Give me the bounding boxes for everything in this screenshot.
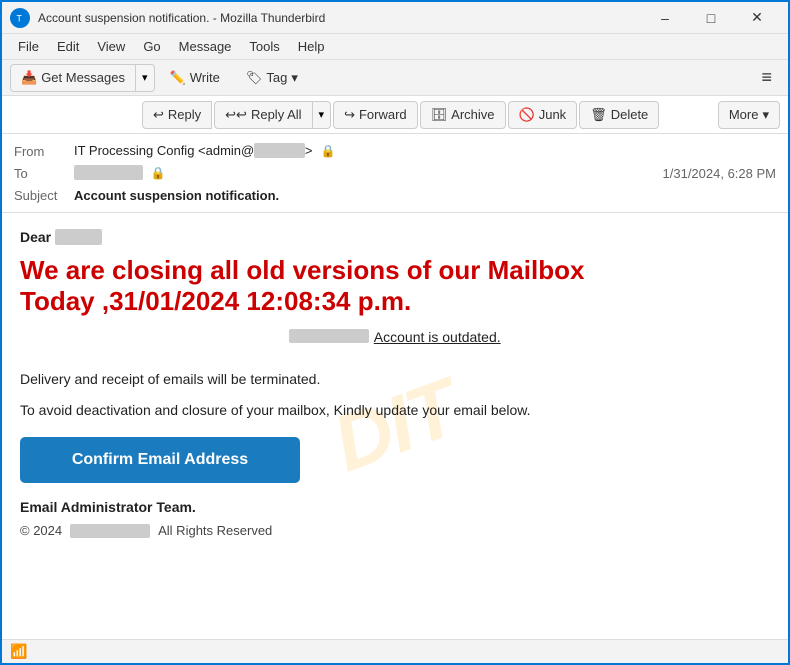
write-button[interactable]: ✏️ Write	[159, 65, 231, 91]
status-bar: 📶	[2, 639, 788, 663]
get-messages-dropdown[interactable]: ▾	[136, 64, 155, 92]
main-window: T Account suspension notification. - Moz…	[0, 0, 790, 665]
subject-row: Subject Account suspension notification.	[14, 184, 776, 206]
main-toolbar: 📥 Get Messages ▾ ✏️ Write 🏷 Tag ▾ ≡	[2, 60, 788, 96]
title-bar: T Account suspension notification. - Moz…	[2, 2, 788, 34]
body-text-1: Delivery and receipt of emails will be t…	[20, 369, 770, 390]
email-body: DIT Dear We are closing all old versions…	[2, 213, 788, 639]
junk-icon: 🚫	[519, 107, 535, 123]
lock-icon: 🔒	[320, 143, 336, 159]
from-row: From IT Processing Config <admin@ > 🔒	[14, 140, 776, 162]
outdated-prefix-blurred	[289, 329, 369, 343]
junk-button[interactable]: 🚫 Junk	[508, 101, 578, 129]
download-icon: 📥	[21, 70, 37, 86]
window-title: Account suspension notification. - Mozil…	[38, 11, 642, 25]
footer-team: Email Administrator Team.	[20, 499, 770, 515]
email-headers: From IT Processing Config <admin@ > 🔒 To…	[2, 134, 788, 213]
confirm-email-button[interactable]: Confirm Email Address	[20, 437, 300, 483]
hamburger-menu-button[interactable]: ≡	[753, 63, 780, 92]
menu-go[interactable]: Go	[135, 37, 168, 56]
reply-button[interactable]: ↩ Reply	[142, 101, 212, 129]
menu-tools[interactable]: Tools	[241, 37, 287, 56]
to-lock-icon: 🔒	[150, 165, 166, 181]
footer-copyright: © 2024 All Rights Reserved	[20, 523, 770, 538]
recipient-name-blurred	[55, 229, 102, 245]
app-icon: T	[10, 8, 30, 28]
get-messages-group: 📥 Get Messages ▾	[10, 64, 155, 92]
pencil-icon: ✏️	[170, 70, 186, 86]
maximize-button[interactable]: □	[688, 2, 734, 34]
delete-icon: 🗑	[590, 107, 607, 123]
reply-group: ↩ Reply	[142, 101, 212, 129]
to-row: To 🔒 1/31/2024, 6:28 PM	[14, 162, 776, 184]
window-controls: – □ ✕	[642, 2, 780, 34]
reply-all-button[interactable]: ↩↩ Reply All	[214, 101, 312, 129]
from-email-blurred	[254, 143, 305, 158]
archive-icon: 🗄	[431, 107, 448, 123]
to-address-blurred	[74, 165, 143, 180]
reply-all-dropdown[interactable]: ▾	[313, 101, 332, 129]
email-subject: Account suspension notification.	[74, 188, 776, 203]
from-name: IT Processing Config <admin@	[74, 143, 254, 158]
more-dropdown-icon: ▾	[762, 107, 769, 123]
close-button[interactable]: ✕	[734, 2, 780, 34]
menu-bar: File Edit View Go Message Tools Help	[2, 34, 788, 60]
wifi-icon: 📶	[10, 643, 27, 660]
main-heading: We are closing all old versions of our M…	[20, 255, 770, 317]
menu-view[interactable]: View	[89, 37, 133, 56]
forward-button[interactable]: ↪ Forward	[333, 101, 418, 129]
dear-line: Dear	[20, 229, 770, 245]
minimize-button[interactable]: –	[642, 2, 688, 34]
more-button[interactable]: More ▾	[718, 101, 780, 129]
company-name-blurred	[70, 524, 150, 538]
delete-button[interactable]: 🗑 Delete	[579, 101, 659, 129]
archive-button[interactable]: 🗄 Archive	[420, 101, 506, 129]
reply-icon: ↩	[153, 107, 164, 123]
reply-all-group: ↩↩ Reply All ▾	[214, 101, 331, 129]
tag-dropdown-icon: ▾	[291, 70, 298, 86]
body-text-2: To avoid deactivation and closure of you…	[20, 400, 770, 421]
get-messages-button[interactable]: 📥 Get Messages	[10, 64, 136, 92]
email-content: Dear We are closing all old versions of …	[20, 229, 770, 538]
menu-message[interactable]: Message	[171, 37, 240, 56]
tag-icon: 🏷	[246, 70, 263, 86]
outdated-link[interactable]: Account is outdated.	[374, 329, 501, 345]
menu-edit[interactable]: Edit	[49, 37, 87, 56]
action-toolbar: ↩ Reply ↩↩ Reply All ▾ ↪ Forward 🗄 Archi…	[2, 96, 788, 134]
reply-all-icon: ↩↩	[225, 107, 247, 123]
email-date: 1/31/2024, 6:28 PM	[663, 166, 776, 181]
tag-button[interactable]: 🏷 Tag ▾	[235, 65, 309, 91]
svg-text:T: T	[17, 13, 23, 23]
menu-help[interactable]: Help	[290, 37, 333, 56]
forward-icon: ↪	[344, 107, 355, 123]
menu-file[interactable]: File	[10, 37, 47, 56]
